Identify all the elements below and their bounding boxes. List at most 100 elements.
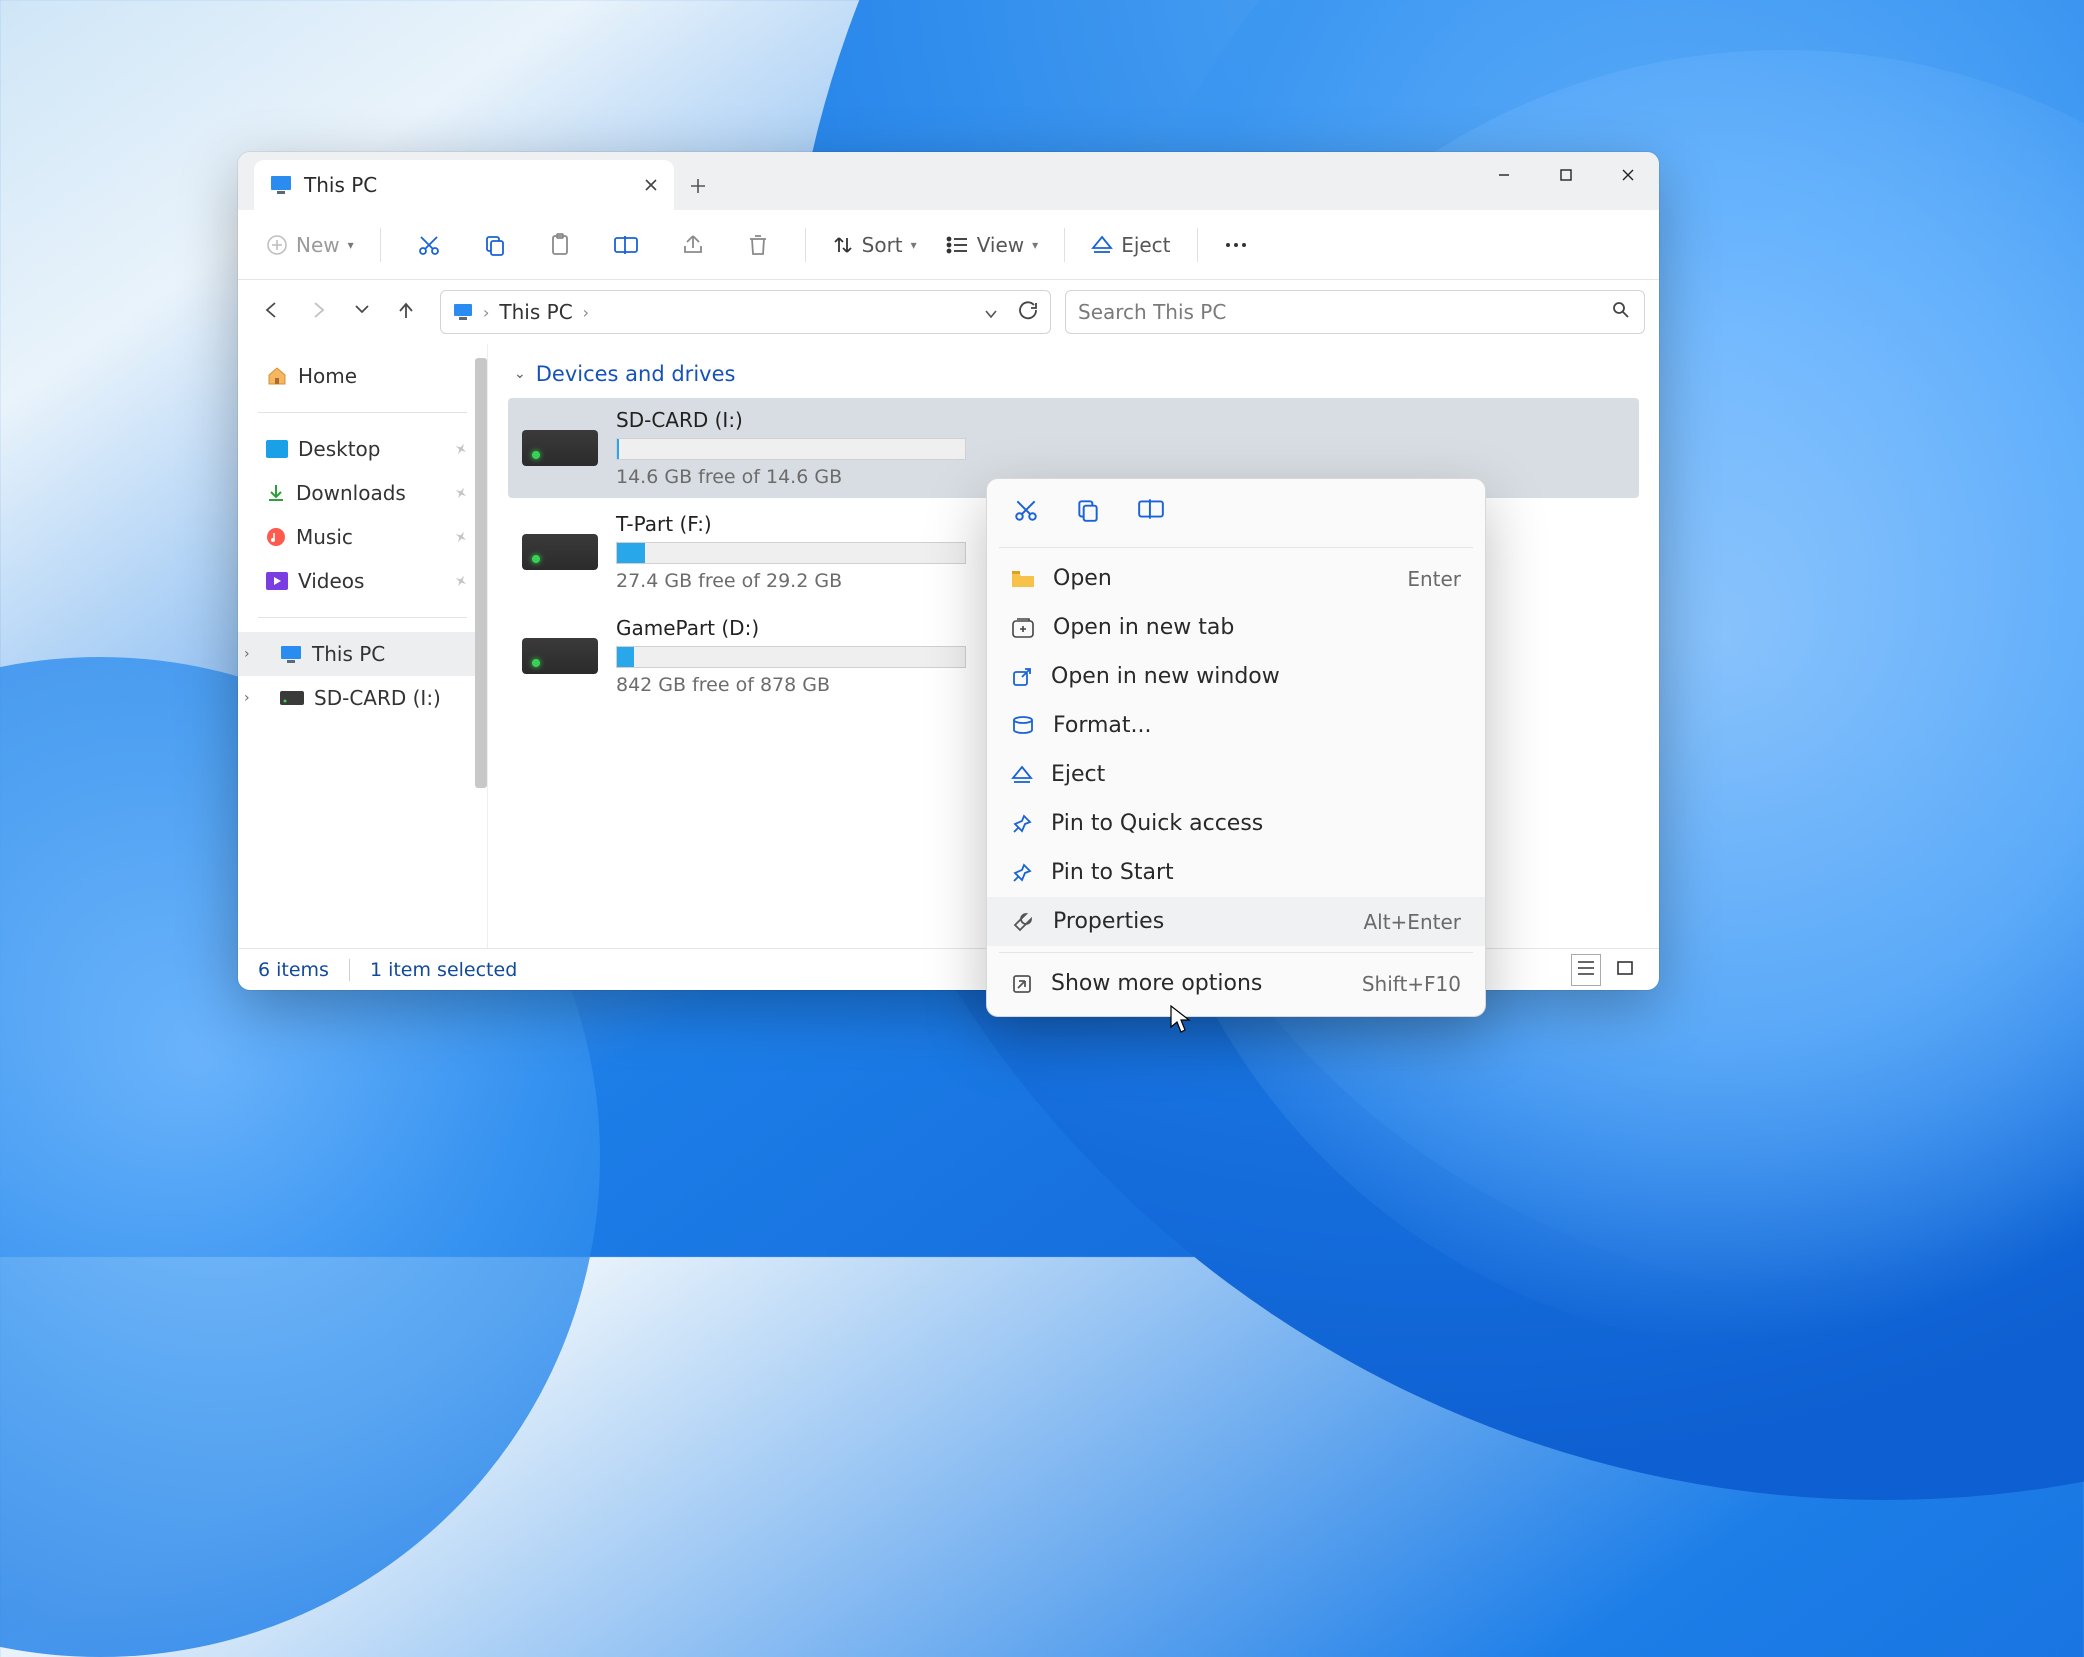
- breadcrumb-separator: ›: [483, 303, 489, 322]
- desktop-icon: [266, 440, 288, 458]
- paste-button[interactable]: [539, 227, 581, 263]
- new-button[interactable]: New ▾: [256, 227, 364, 263]
- close-window-button[interactable]: [1597, 152, 1659, 198]
- minimize-button[interactable]: [1473, 152, 1535, 198]
- group-header-label: Devices and drives: [536, 362, 736, 386]
- more-button[interactable]: [1214, 234, 1258, 256]
- music-icon: [266, 527, 286, 547]
- back-button[interactable]: [262, 300, 282, 324]
- sidebar-item-downloads[interactable]: Downloads: [238, 471, 487, 515]
- delete-button[interactable]: [737, 227, 779, 263]
- cm-properties[interactable]: Properties Alt+Enter: [987, 897, 1485, 946]
- eject-icon: [1091, 235, 1113, 255]
- view-icon: [945, 235, 969, 255]
- sidebar-item-desktop[interactable]: Desktop: [238, 427, 487, 471]
- drive-icon: [522, 638, 598, 674]
- cm-copy-button[interactable]: [1075, 497, 1101, 527]
- cm-show-more-options[interactable]: Show more options Shift+F10: [987, 959, 1485, 1008]
- cm-format[interactable]: Format...: [987, 701, 1485, 750]
- cm-label: Open: [1053, 566, 1112, 591]
- chevron-right-icon[interactable]: ›: [244, 690, 250, 706]
- cm-pin-quick-access[interactable]: Pin to Quick access: [987, 799, 1485, 848]
- cm-label: Pin to Start: [1051, 860, 1174, 885]
- download-icon: [266, 483, 286, 503]
- recent-locations-button[interactable]: [354, 300, 370, 324]
- sort-button[interactable]: Sort ▾: [822, 227, 927, 263]
- drive-subtext: 842 GB free of 878 GB: [616, 674, 966, 696]
- tab-label: This PC: [304, 173, 377, 197]
- chevron-right-icon[interactable]: ›: [244, 646, 250, 662]
- trash-icon: [747, 233, 769, 257]
- sidebar-item-videos[interactable]: Videos: [238, 559, 487, 603]
- drive-usage-bar: [616, 646, 966, 668]
- monitor-icon: [453, 303, 473, 321]
- group-header-devices[interactable]: ⌄ Devices and drives: [514, 362, 1639, 386]
- tab-this-pc[interactable]: This PC: [254, 160, 674, 210]
- cm-label: Eject: [1051, 762, 1105, 787]
- drive-subtext: 27.4 GB free of 29.2 GB: [616, 570, 966, 592]
- eject-icon: [1011, 765, 1033, 785]
- sidebar: Home Desktop Downloads Music: [238, 344, 488, 948]
- sidebar-item-music[interactable]: Music: [238, 515, 487, 559]
- scissors-icon: [417, 233, 441, 257]
- forward-button[interactable]: [308, 300, 328, 324]
- cut-button[interactable]: [407, 227, 451, 263]
- sidebar-label: Downloads: [296, 481, 406, 505]
- pin-icon: [1011, 813, 1033, 835]
- sidebar-item-sdcard[interactable]: › SD-CARD (I:): [238, 676, 487, 720]
- drive-usage-bar: [616, 438, 966, 460]
- folder-icon: [1011, 569, 1035, 589]
- cm-rename-button[interactable]: [1137, 497, 1165, 527]
- cm-cut-button[interactable]: [1013, 497, 1039, 527]
- status-selected: 1 item selected: [370, 959, 517, 981]
- refresh-button[interactable]: [1018, 300, 1038, 325]
- cm-shortcut: Shift+F10: [1362, 972, 1461, 996]
- path-dropdown-button[interactable]: [984, 300, 998, 324]
- search-box[interactable]: Search This PC: [1065, 290, 1645, 334]
- mouse-cursor: [1170, 1005, 1192, 1035]
- cm-open-new-window[interactable]: Open in new window: [987, 652, 1485, 701]
- view-button[interactable]: View ▾: [935, 227, 1049, 263]
- sidebar-label: SD-CARD (I:): [314, 686, 441, 710]
- breadcrumb-root[interactable]: This PC: [499, 300, 572, 324]
- share-button[interactable]: [671, 228, 715, 262]
- more-options-icon: [1011, 973, 1033, 995]
- sidebar-label: This PC: [312, 642, 385, 666]
- new-tab-button[interactable]: [674, 162, 722, 210]
- new-label: New: [296, 233, 340, 257]
- address-bar[interactable]: › This PC ›: [440, 290, 1051, 334]
- details-view-button[interactable]: [1571, 954, 1601, 986]
- format-icon: [1011, 716, 1035, 736]
- sidebar-label: Videos: [298, 569, 364, 593]
- large-icons-view-button[interactable]: [1611, 954, 1639, 986]
- cm-eject[interactable]: Eject: [987, 750, 1485, 799]
- drive-icon: [522, 534, 598, 570]
- cm-open-new-tab[interactable]: Open in new tab: [987, 603, 1485, 652]
- scrollbar-thumb[interactable]: [475, 358, 487, 788]
- copy-icon: [483, 233, 507, 257]
- chevron-down-icon: ▾: [1032, 238, 1038, 252]
- cm-label: Open in new window: [1051, 664, 1280, 689]
- view-label: View: [977, 233, 1024, 257]
- drive-label: SD-CARD (I:): [616, 408, 966, 432]
- sidebar-item-home[interactable]: Home: [238, 354, 487, 398]
- cm-label: Properties: [1053, 909, 1164, 934]
- toolbar: New ▾: [238, 210, 1659, 280]
- maximize-button[interactable]: [1535, 152, 1597, 198]
- breadcrumb-separator: ›: [583, 303, 589, 322]
- copy-button[interactable]: [473, 227, 517, 263]
- sidebar-item-this-pc[interactable]: › This PC: [238, 632, 487, 676]
- cm-open[interactable]: Open Enter: [987, 554, 1485, 603]
- cm-pin-start[interactable]: Pin to Start: [987, 848, 1485, 897]
- new-tab-icon: [1011, 617, 1035, 639]
- status-count: 6 items: [258, 959, 329, 981]
- pin-icon: [1011, 862, 1033, 884]
- eject-button[interactable]: Eject: [1081, 227, 1180, 263]
- rename-button[interactable]: [603, 228, 649, 262]
- tab-close-button[interactable]: [644, 173, 658, 197]
- up-button[interactable]: [396, 300, 416, 324]
- address-row: › This PC › Search This PC: [238, 280, 1659, 344]
- monitor-icon: [280, 645, 302, 663]
- sort-icon: [832, 234, 854, 256]
- chevron-down-icon: ▾: [348, 238, 354, 252]
